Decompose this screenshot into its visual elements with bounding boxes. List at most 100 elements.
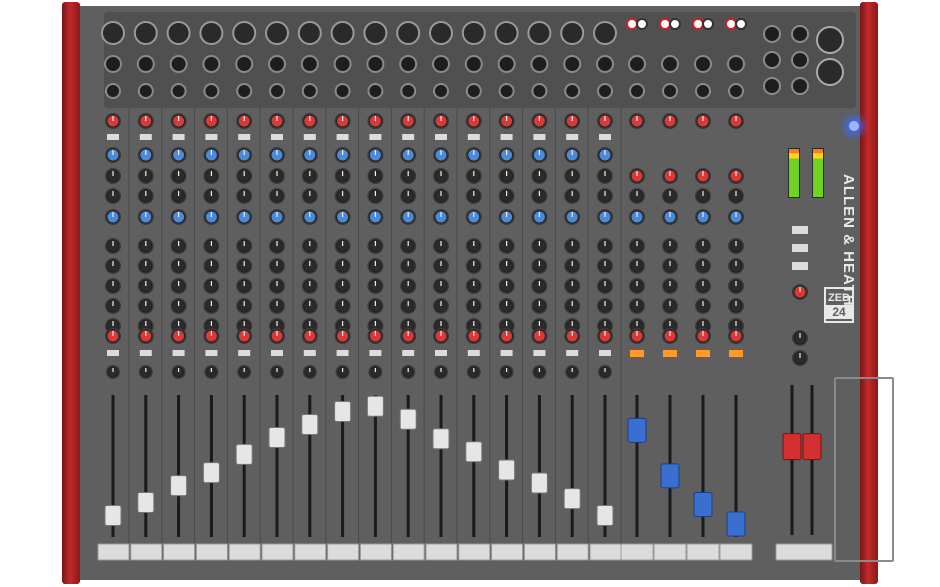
master-output-jack[interactable] (763, 25, 781, 43)
master-switch[interactable] (792, 262, 808, 270)
stereo-fader[interactable] (660, 463, 680, 489)
line-input-jack[interactable] (596, 55, 614, 73)
switch-button[interactable] (566, 134, 579, 140)
mute-button[interactable] (107, 350, 119, 356)
insert-jack[interactable] (203, 83, 220, 99)
insert-jack[interactable] (236, 83, 253, 99)
mute-button[interactable] (369, 350, 382, 356)
xlr-input-jack[interactable] (461, 21, 486, 45)
line-input-jack[interactable] (694, 55, 712, 73)
mute-button[interactable] (467, 350, 480, 356)
insert-jack[interactable] (498, 83, 515, 99)
channel-fader[interactable] (235, 443, 253, 465)
rca-input-jack[interactable] (735, 18, 747, 30)
channel-fader[interactable] (137, 492, 155, 513)
channel-fader[interactable] (301, 414, 319, 435)
channel-fader[interactable] (170, 475, 188, 497)
main-out-xlr-jack[interactable] (816, 58, 844, 86)
xlr-input-jack[interactable] (429, 21, 453, 45)
xlr-input-jack[interactable] (494, 21, 519, 45)
stereo-fader[interactable] (693, 492, 713, 517)
mute-button[interactable] (533, 350, 546, 356)
line-input-jack[interactable] (695, 83, 711, 99)
rca-input-jack[interactable] (659, 18, 671, 30)
line-input-jack[interactable] (300, 55, 319, 73)
mute-button[interactable] (303, 350, 316, 356)
line-input-jack[interactable] (235, 55, 254, 73)
line-input-jack[interactable] (464, 55, 483, 73)
mute-button[interactable] (566, 350, 579, 356)
xlr-input-jack[interactable] (166, 21, 191, 45)
insert-jack[interactable] (170, 83, 187, 99)
insert-jack[interactable] (465, 83, 482, 99)
master-switch[interactable] (792, 226, 808, 234)
mute-button-lit[interactable] (729, 350, 743, 357)
mute-button[interactable] (172, 350, 185, 356)
main-out-xlr-jack[interactable] (816, 26, 844, 54)
mute-button-lit[interactable] (630, 350, 644, 357)
line-input-jack[interactable] (629, 83, 645, 99)
mute-button[interactable] (238, 350, 251, 356)
switch-button[interactable] (402, 134, 415, 140)
xlr-input-jack[interactable] (527, 21, 552, 45)
switch-button[interactable] (172, 134, 185, 140)
switch-button[interactable] (107, 134, 119, 140)
line-input-jack[interactable] (661, 55, 679, 73)
channel-fader[interactable] (366, 395, 384, 417)
insert-jack[interactable] (137, 83, 154, 99)
mute-button[interactable] (139, 350, 152, 356)
line-input-jack[interactable] (530, 55, 549, 73)
xlr-input-jack[interactable] (330, 21, 355, 45)
insert-jack[interactable] (400, 83, 417, 99)
line-input-jack[interactable] (399, 55, 418, 73)
master-fader[interactable] (802, 433, 822, 461)
master-switch[interactable] (792, 244, 808, 252)
insert-jack[interactable] (367, 83, 384, 99)
xlr-input-jack[interactable] (199, 21, 224, 45)
master-output-jack[interactable] (791, 25, 809, 43)
xlr-input-jack[interactable] (560, 21, 585, 45)
insert-jack[interactable] (564, 83, 581, 99)
channel-fader[interactable] (596, 505, 614, 526)
switch-button[interactable] (238, 134, 251, 140)
line-input-jack[interactable] (432, 55, 450, 73)
mute-button[interactable] (271, 350, 283, 356)
switch-button[interactable] (139, 134, 152, 140)
channel-fader[interactable] (530, 472, 548, 494)
line-input-jack[interactable] (728, 83, 744, 99)
rca-input-jack[interactable] (669, 18, 681, 30)
switch-button[interactable] (303, 134, 316, 140)
master-output-jack[interactable] (763, 77, 781, 95)
channel-fader[interactable] (432, 428, 450, 450)
xlr-input-jack[interactable] (363, 21, 388, 45)
insert-jack[interactable] (105, 83, 121, 99)
line-input-jack[interactable] (662, 83, 678, 99)
rca-input-jack[interactable] (636, 18, 648, 30)
line-input-jack[interactable] (497, 55, 516, 73)
switch-button[interactable] (271, 134, 283, 140)
mute-button[interactable] (205, 350, 218, 356)
xlr-input-jack[interactable] (101, 21, 125, 45)
switch-button[interactable] (467, 134, 480, 140)
line-input-jack[interactable] (333, 55, 352, 73)
line-input-jack[interactable] (169, 55, 188, 73)
channel-fader[interactable] (465, 441, 483, 463)
xlr-input-jack[interactable] (133, 21, 158, 45)
channel-fader[interactable] (399, 408, 417, 430)
insert-jack[interactable] (433, 83, 449, 99)
xlr-input-jack[interactable] (297, 21, 322, 45)
rca-input-jack[interactable] (702, 18, 714, 30)
channel-fader[interactable] (563, 488, 581, 510)
xlr-input-jack[interactable] (396, 21, 421, 45)
master-output-jack[interactable] (763, 51, 781, 69)
switch-button[interactable] (369, 134, 382, 140)
switch-button[interactable] (435, 134, 447, 140)
insert-jack[interactable] (334, 83, 351, 99)
insert-jack[interactable] (597, 83, 613, 99)
line-input-jack[interactable] (366, 55, 385, 73)
insert-jack[interactable] (301, 83, 318, 99)
master-output-jack[interactable] (791, 77, 809, 95)
channel-fader[interactable] (334, 401, 352, 422)
mute-button[interactable] (500, 350, 513, 356)
rca-input-jack[interactable] (692, 18, 704, 30)
